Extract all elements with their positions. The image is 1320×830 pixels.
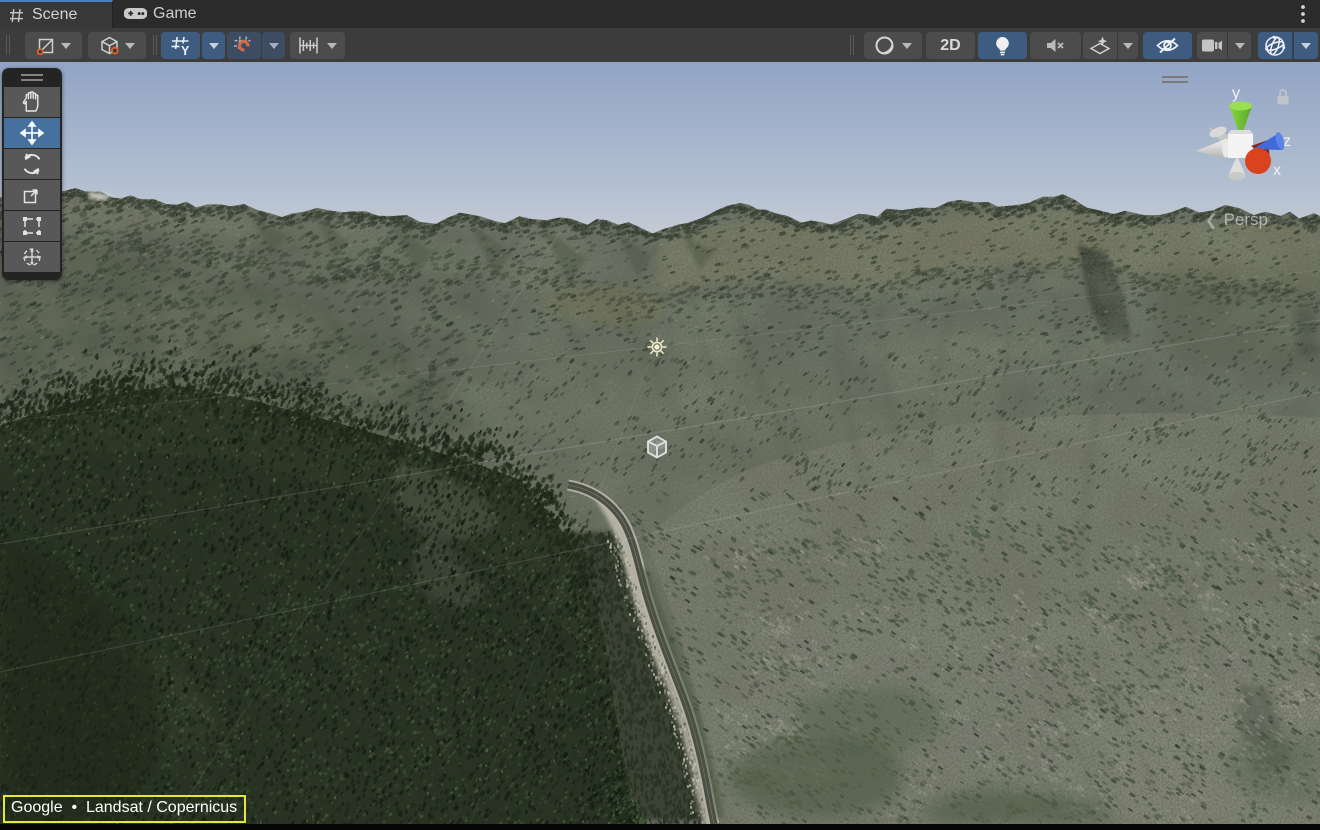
svg-text:Y: Y bbox=[181, 44, 190, 57]
svg-text:y: y bbox=[1232, 85, 1240, 102]
svg-text:z: z bbox=[1283, 133, 1291, 150]
svg-text:x: x bbox=[1273, 162, 1281, 179]
